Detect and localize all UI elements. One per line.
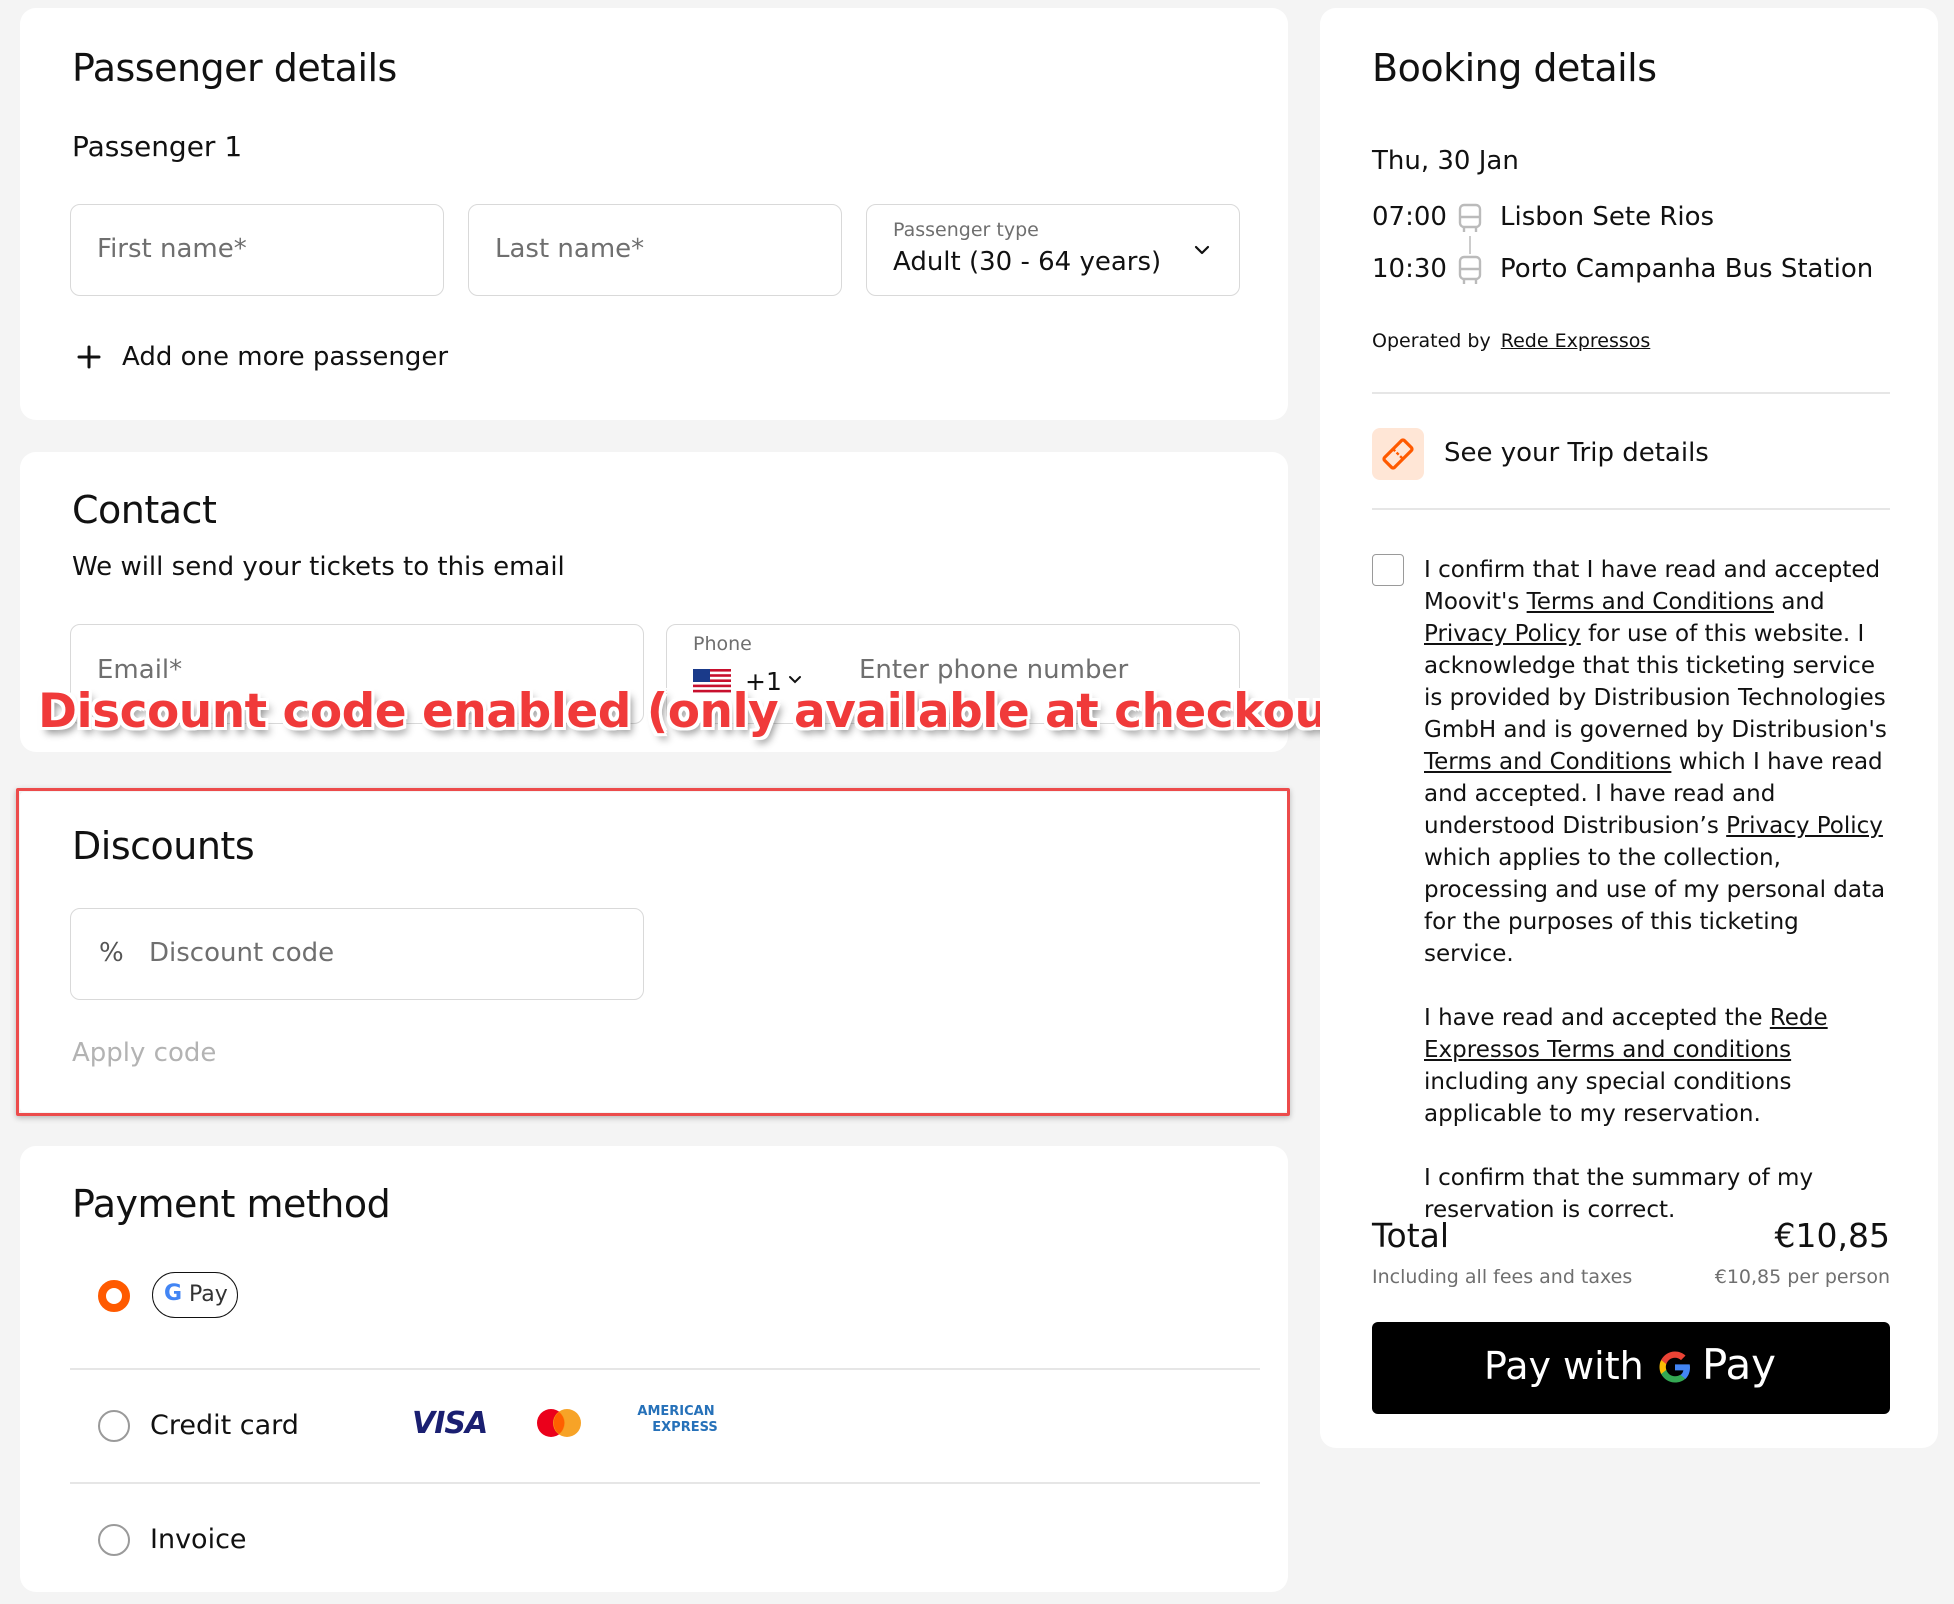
last-name-placeholder: Last name* <box>495 234 645 264</box>
gpay-badge-label: Pay <box>189 1282 228 1307</box>
email-placeholder: Email* <box>97 655 183 685</box>
terms-text-2: and <box>1781 589 1825 615</box>
last-name-field[interactable]: Last name* <box>468 204 842 296</box>
first-name-field[interactable]: First name* <box>70 204 444 296</box>
discount-annotation: Discount code enabled (only available at… <box>38 684 1371 739</box>
add-passenger-button[interactable]: Add one more passenger <box>76 338 476 378</box>
fees-note: Including all fees and taxes <box>1372 1266 1633 1288</box>
invoice-label: Invoice <box>150 1524 247 1555</box>
passenger-type-label: Passenger type <box>893 219 1039 241</box>
booking-details-title: Booking details <box>1372 46 1657 90</box>
per-person-price: €10,85 per person <box>1714 1266 1890 1288</box>
credit-card-label: Credit card <box>150 1410 299 1441</box>
operated-by-label: Operated by <box>1372 330 1491 352</box>
ticket-icon <box>1372 428 1424 480</box>
amex-line-2: EXPRESS <box>652 1420 718 1435</box>
total-label: Total <box>1372 1216 1450 1255</box>
departure-station: Lisbon Sete Rios <box>1500 202 1715 232</box>
route-connector <box>1469 236 1471 254</box>
terms-checkbox[interactable] <box>1372 554 1404 586</box>
operator-link[interactable]: Rede Expressos <box>1501 330 1651 352</box>
booking-divider-2 <box>1372 508 1890 510</box>
bus-icon <box>1458 203 1482 232</box>
booking-divider-1 <box>1372 392 1890 394</box>
phone-placeholder: Enter phone number <box>859 655 1129 685</box>
booking-details-card: Booking details Thu, 30 Jan 07:00 Lisbon… <box>1320 8 1938 1448</box>
passenger-details-title: Passenger details <box>72 46 397 90</box>
gpay-badge: G Pay <box>152 1272 238 1318</box>
pay-with-label: Pay with <box>1484 1344 1644 1388</box>
payment-option-gpay[interactable]: G Pay <box>70 1270 1260 1380</box>
amex-line-1: AMERICAN <box>637 1404 715 1419</box>
distribusion-privacy-link[interactable]: Privacy Policy <box>1726 813 1883 839</box>
gpay-radio[interactable] <box>98 1280 130 1312</box>
credit-card-radio[interactable] <box>98 1410 130 1442</box>
visa-logo: VISA <box>412 1406 488 1441</box>
pay-with-gpay-button[interactable]: Pay with Pay <box>1372 1322 1890 1414</box>
arrival-time: 10:30 <box>1372 254 1447 284</box>
payment-option-credit-card[interactable]: Credit card VISA AMERICAN EXPRESS <box>70 1396 1260 1476</box>
gpay-word: Pay <box>1702 1340 1777 1389</box>
terms-paragraph-1: I confirm that I have read and accepted … <box>1424 554 1894 970</box>
arrival-station: Porto Campanha Bus Station <box>1500 254 1874 284</box>
amex-logo: AMERICAN EXPRESS <box>626 1404 726 1444</box>
departure-time: 07:00 <box>1372 202 1447 232</box>
trip-details-button[interactable]: See your Trip details <box>1372 426 1890 482</box>
contact-subtitle: We will send your tickets to this email <box>72 552 565 582</box>
ticket-icon-svg <box>1382 438 1414 470</box>
passenger-type-select[interactable]: Passenger type Adult (30 - 64 years) <box>866 204 1240 296</box>
total-value: €10,85 <box>1774 1216 1890 1255</box>
operated-by-line: Operated by Rede Expressos <box>1372 330 1650 352</box>
terms-text-6: I have read and accepted the <box>1424 1005 1763 1031</box>
chevron-down-icon <box>1194 245 1210 255</box>
terms-text-5: which applies to the collection, process… <box>1424 845 1886 967</box>
payment-divider-2 <box>70 1482 1260 1484</box>
invoice-radio[interactable] <box>98 1524 130 1556</box>
contact-title: Contact <box>72 488 217 532</box>
payment-method-title: Payment method <box>72 1182 391 1226</box>
discount-highlight-box <box>16 788 1290 1116</box>
plus-icon <box>77 345 101 369</box>
terms-paragraph-2: I have read and accepted the Rede Expres… <box>1424 1002 1894 1130</box>
mastercard-logo <box>537 1409 581 1437</box>
terms-text-7: including any special conditions applica… <box>1424 1069 1792 1127</box>
terms-text: I confirm that I have read and accepted … <box>1424 554 1894 1258</box>
payment-divider-1 <box>70 1368 1260 1370</box>
passenger-1-label: Passenger 1 <box>72 130 243 163</box>
trip-date: Thu, 30 Jan <box>1372 146 1519 176</box>
add-passenger-label: Add one more passenger <box>122 342 449 372</box>
google-g-icon <box>1659 1351 1690 1383</box>
payment-method-card: Payment method G Pay Credit card VISA AM… <box>20 1146 1288 1592</box>
moovit-terms-link[interactable]: Terms and Conditions <box>1527 589 1774 615</box>
passenger-details-card: Passenger details Passenger 1 First name… <box>20 8 1288 420</box>
phone-label: Phone <box>693 633 752 655</box>
payment-option-invoice[interactable]: Invoice <box>70 1508 1260 1578</box>
first-name-placeholder: First name* <box>97 234 247 264</box>
bus-icon <box>1458 255 1482 284</box>
trip-details-label: See your Trip details <box>1444 438 1709 468</box>
passenger-type-value: Adult (30 - 64 years) <box>893 247 1162 277</box>
moovit-privacy-link[interactable]: Privacy Policy <box>1424 621 1581 647</box>
google-g-icon: G <box>164 1281 183 1306</box>
distribusion-terms-link[interactable]: Terms and Conditions <box>1424 749 1671 775</box>
